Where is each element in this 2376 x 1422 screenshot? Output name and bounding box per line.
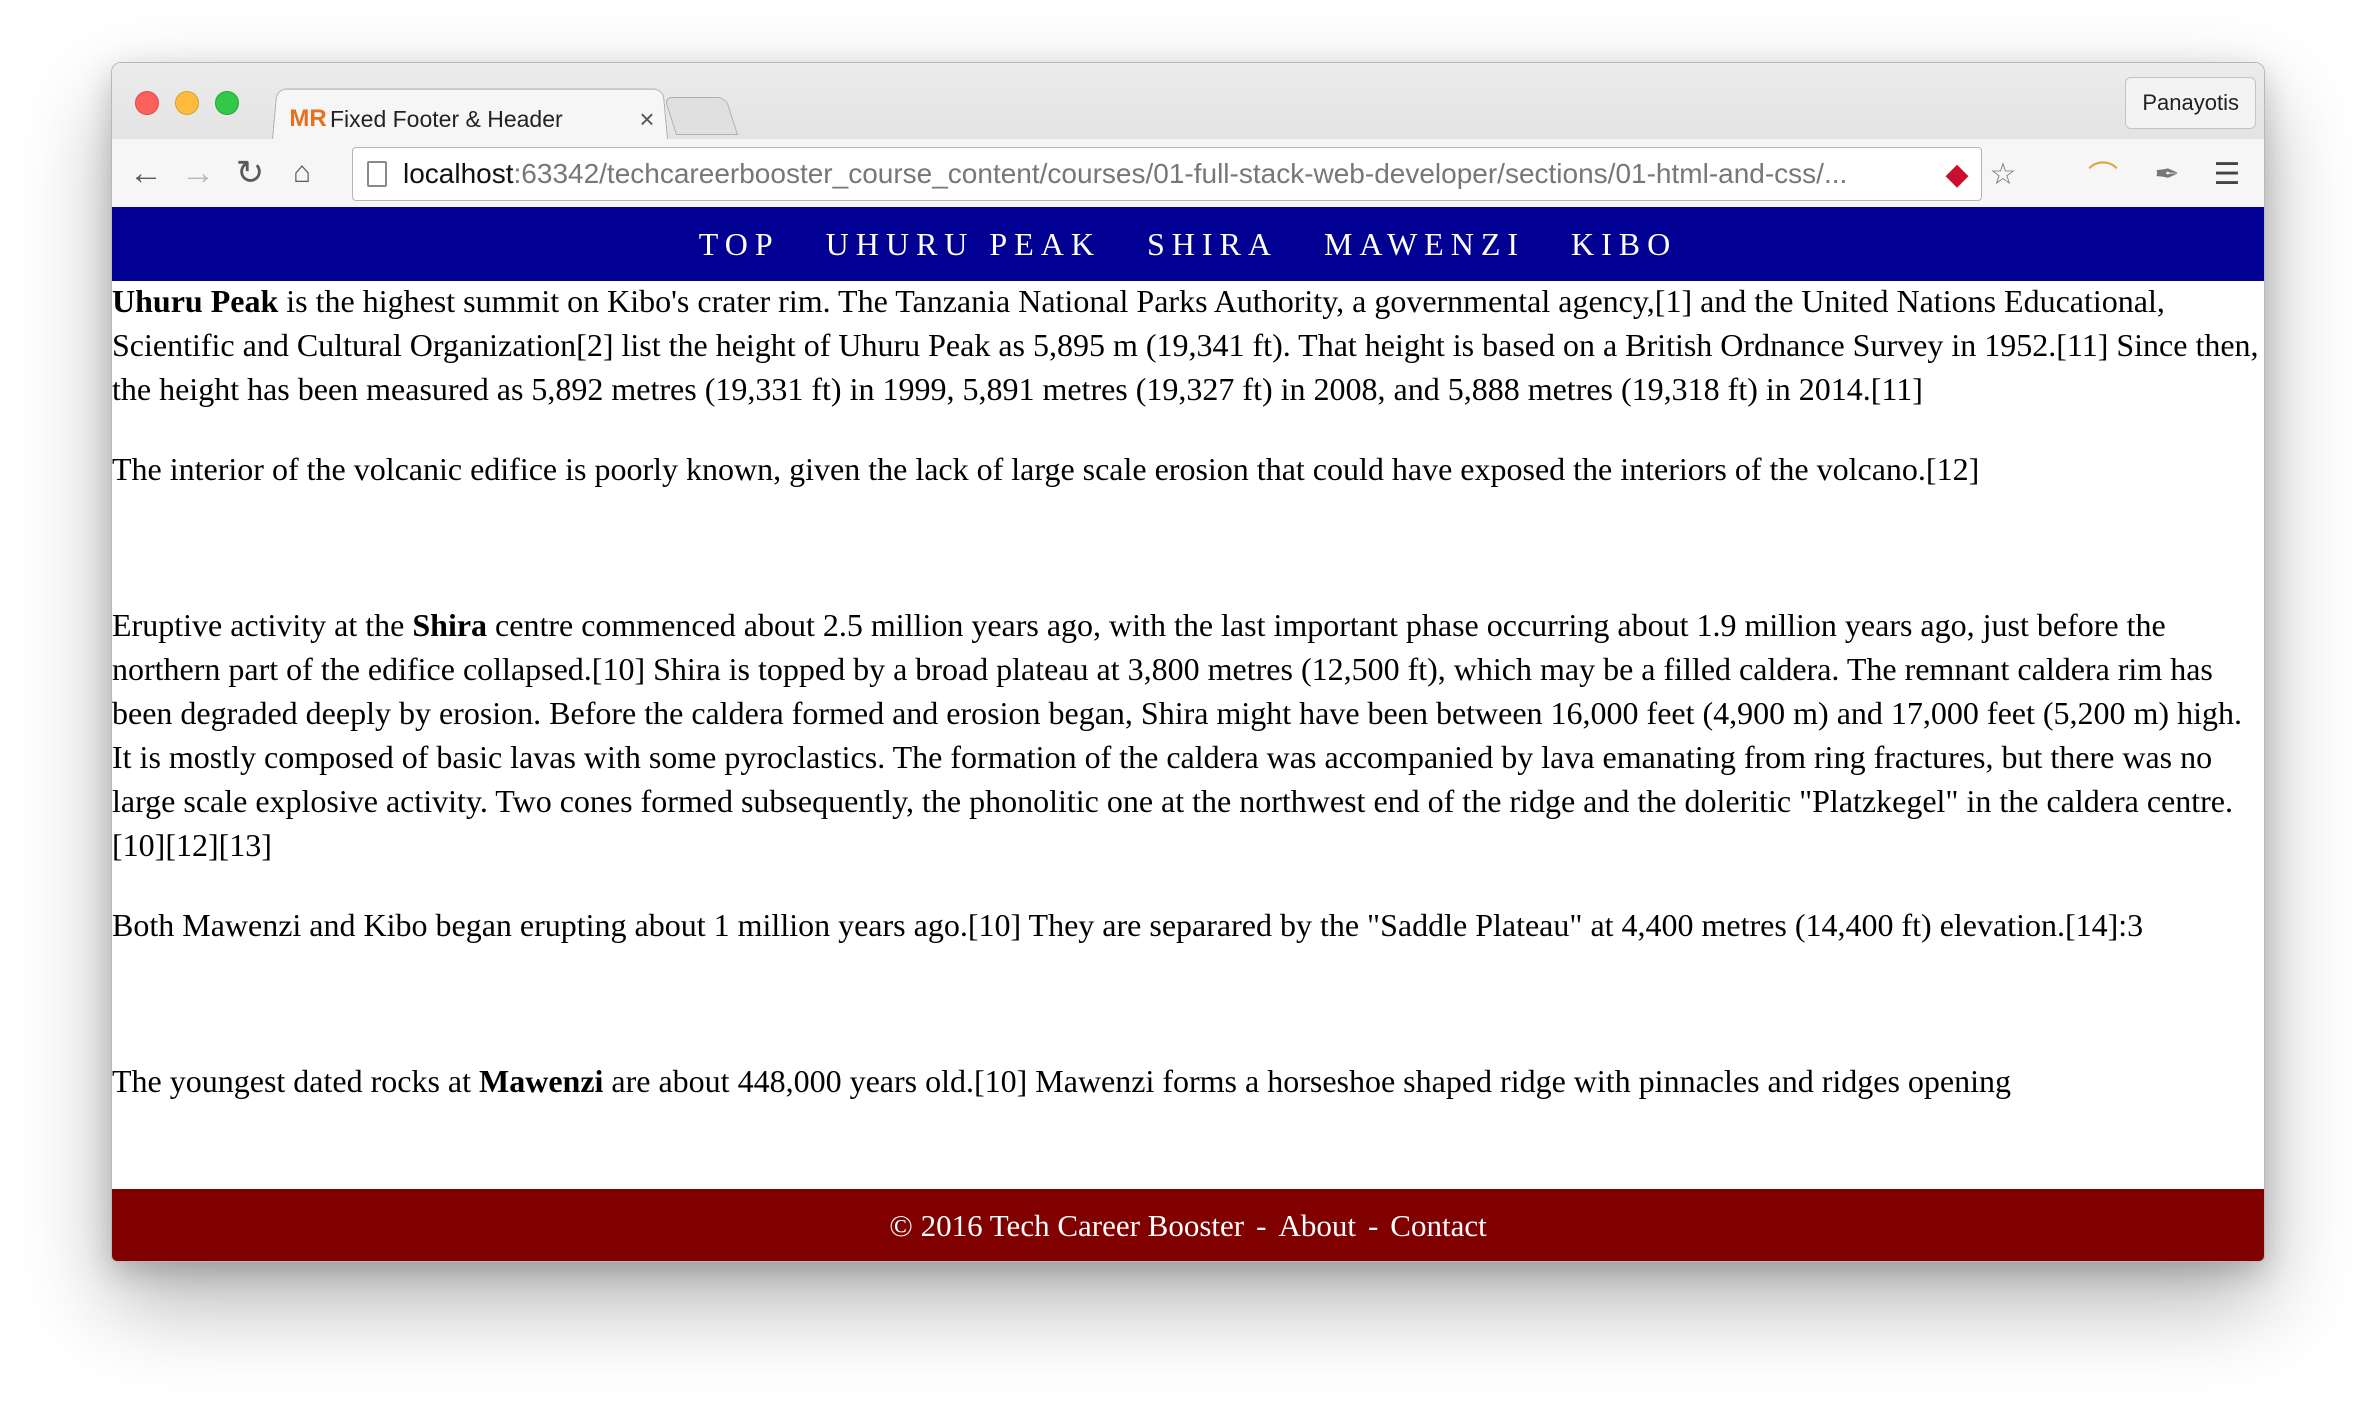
paragraph-uhuru-peak: Uhuru Peak is the highest summit on Kibo… [112,279,2264,411]
page-icon [367,161,387,187]
page-viewport: Uhuru Peak is the highest summit on Kibo… [112,207,2264,1261]
home-icon[interactable]: ⌂ [282,151,322,195]
paragraph-text: Both Mawenzi and Kibo began erupting abo… [112,907,2144,943]
reload-icon[interactable]: ↻ [230,151,270,195]
browser-chrome: MR Fixed Footer & Header × Panayotis ← →… [112,63,2264,207]
extension-icon[interactable]: ⌒ [2082,153,2124,195]
browser-tab-content[interactable]: MR Fixed Footer & Header × [289,99,662,139]
nav-link-shira[interactable]: SHIRA [1147,226,1278,263]
address-bar[interactable]: localhost:63342/techcareerbooster_course… [352,147,1982,201]
footer-separator: - [1256,1208,1267,1243]
footer-copyright: © 2016 Tech Career Booster [889,1208,1245,1243]
paragraph-text: is the highest summit on Kibo's crater r… [112,283,2259,407]
paragraph-text: The interior of the volcanic edifice is … [112,451,1980,487]
paragraph-mawenzi-kibo: Both Mawenzi and Kibo began erupting abo… [112,903,2264,947]
url-host: localhost [403,158,514,189]
url-text[interactable]: localhost:63342/techcareerbooster_course… [403,158,1981,190]
tab-title: Fixed Footer & Header [330,105,563,132]
fixed-header-nav: TOP UHURU PEAK SHIRA MAWENZI KIBO [112,207,2264,281]
uhuru-peak-term: Uhuru Peak [112,283,279,319]
fixed-footer: © 2016 Tech Career Booster - About - Con… [112,1189,2264,1261]
browser-window: MR Fixed Footer & Header × Panayotis ← →… [111,62,2265,1262]
url-path: :63342/techcareerbooster_course_content/… [513,158,1848,189]
page-content: Uhuru Peak is the highest summit on Kibo… [112,279,2264,1139]
footer-about-link[interactable]: About [1278,1208,1356,1244]
footer-separator: - [1367,1208,1379,1243]
paragraph-text: are about 448,000 years old.[10] Mawenzi… [603,1063,2012,1099]
back-arrow-icon[interactable]: ← [126,151,166,195]
paragraph-text: centre commenced about 2.5 million years… [112,607,2242,863]
shira-term: Shira [412,607,488,643]
paragraph-text: The youngest dated rocks at [112,1063,479,1099]
paragraph-shira: Eruptive activity at the Shira centre co… [112,603,2264,867]
browser-toolbar: ← → ↻ ⌂ localhost:63342/techcareerbooste… [112,139,2264,207]
paragraph-text: Eruptive activity at the [112,607,413,643]
minimize-window-button[interactable] [175,91,199,115]
nav-link-uhuru-peak[interactable]: UHURU PEAK [826,226,1101,263]
tab-favicon-icon: MR [289,105,327,132]
nav-link-top[interactable]: TOP [699,226,780,263]
ruby-extension-icon[interactable]: ◆ [1936,153,1978,195]
new-tab-button[interactable] [663,97,739,135]
hamburger-menu-icon[interactable]: ☰ [2206,153,2248,195]
bookmark-star-icon[interactable]: ☆ [1982,153,2024,195]
developer-tools-icon[interactable]: ✒ [2146,153,2188,195]
footer-contact-link[interactable]: Contact [1390,1208,1486,1244]
zoom-window-button[interactable] [215,91,239,115]
nav-link-kibo[interactable]: KIBO [1571,226,1677,263]
tab-close-icon[interactable]: × [632,104,662,135]
mawenzi-term: Mawenzi [479,1063,604,1099]
paragraph-interior: The interior of the volcanic edifice is … [112,447,2264,491]
profile-button[interactable]: Panayotis [2125,77,2256,129]
nav-link-mawenzi[interactable]: MAWENZI [1324,226,1525,263]
close-window-button[interactable] [135,91,159,115]
paragraph-mawenzi: The youngest dated rocks at Mawenzi are … [112,1059,2264,1103]
forward-arrow-icon[interactable]: → [178,151,218,195]
